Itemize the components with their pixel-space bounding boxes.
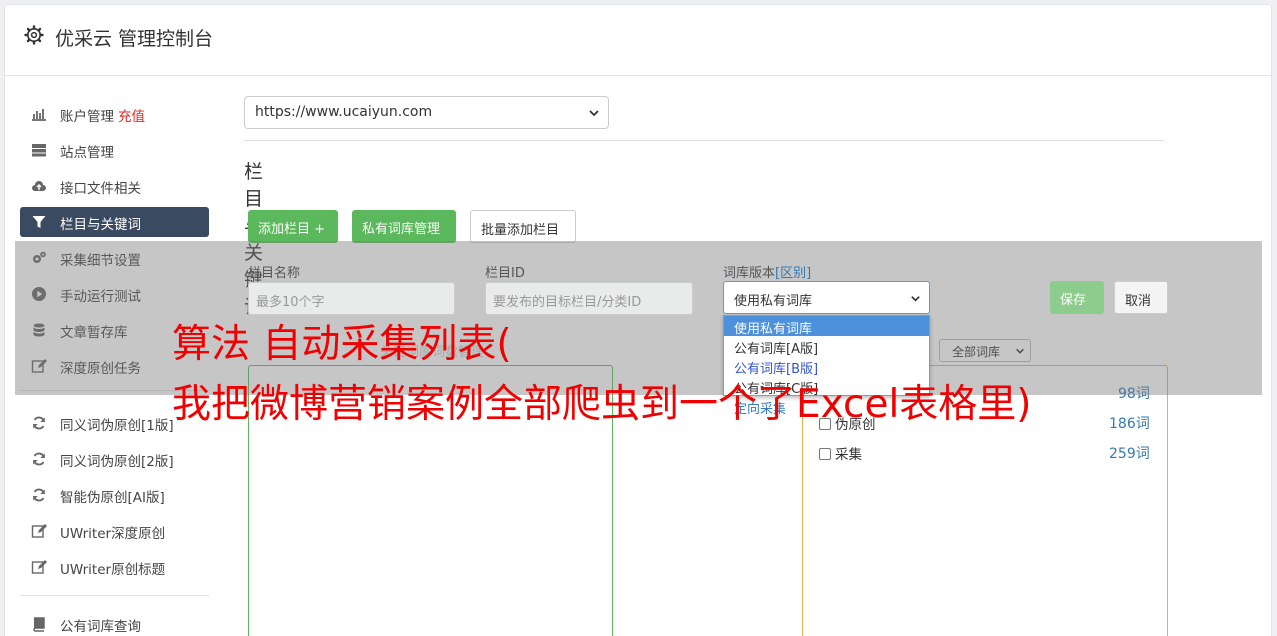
sidebar-item-label: 同义词伪原创[2版] (60, 454, 174, 470)
recharge-link[interactable]: 充值 (118, 109, 145, 125)
divider (244, 140, 1164, 141)
lib-diff-link[interactable]: [区别] (775, 266, 811, 281)
site-select[interactable]: https://www.ucaiyun.com (244, 96, 609, 129)
lib-row-collect[interactable]: 采集 (819, 443, 862, 463)
save-button[interactable]: 保存 (1050, 281, 1104, 314)
sidebar-item-public-lib[interactable]: 公有词库查询 (20, 609, 209, 636)
gear-icon (24, 25, 44, 45)
modal-overlay (15, 241, 1262, 395)
lib-version-text: 词库版本 (723, 266, 776, 281)
sidebar-item-label: 栏目与关键词 (60, 217, 141, 233)
dropdown-option[interactable]: 公有词库[A版] (724, 336, 929, 357)
server-icon (32, 144, 46, 157)
column-id-label: 栏目ID (485, 266, 525, 281)
column-name-input[interactable]: 最多10个字 (248, 282, 455, 315)
header: 优采云 管理控制台 (5, 5, 1271, 76)
lib-version-label: 词库版本[区别] (723, 262, 811, 281)
edit-icon (31, 560, 47, 574)
sidebar-item-label: 站点管理 (60, 145, 114, 161)
watermark-line-1: 算法 自动采集列表( (172, 322, 512, 367)
sidebar-item-interface-files[interactable]: 接口文件相关 (20, 171, 209, 201)
cloud-upload-icon (32, 181, 46, 191)
sidebar-item-sites[interactable]: 站点管理 (20, 135, 209, 165)
cancel-button[interactable]: 取消 (1114, 281, 1168, 314)
sidebar-item-smart-ai[interactable]: 智能伪原创[AI版] (20, 480, 209, 510)
batch-add-button[interactable]: 批量添加栏目 (470, 210, 576, 243)
sidebar-divider (20, 595, 209, 596)
sidebar-item-uwriter-deep[interactable]: UWriter深度原创 (20, 516, 209, 546)
sidebar-item-columns-keywords[interactable]: 栏目与关键词 (20, 207, 209, 237)
site-select-value: https://www.ucaiyun.com (255, 104, 433, 120)
chevron-down-icon (589, 110, 599, 117)
filter-icon (32, 216, 46, 228)
edit-icon (31, 524, 47, 538)
lib-row-label: 采集 (835, 447, 862, 463)
private-lib-button[interactable]: 私有词库管理 (352, 210, 456, 243)
bar-chart-icon (32, 109, 46, 121)
dropdown-option[interactable]: 使用私有词库 (724, 316, 929, 337)
column-name-label: 栏目名称 (248, 266, 301, 281)
chevron-down-icon (911, 296, 920, 302)
refresh-icon (33, 488, 45, 502)
checkbox[interactable] (819, 448, 831, 460)
lib-count: 259词 (1109, 446, 1150, 462)
sidebar-item-label: UWriter深度原创 (60, 526, 166, 542)
sidebar-item-label: 同义词伪原创[1版] (60, 418, 174, 434)
sidebar-item-uwriter-title[interactable]: UWriter原创标题 (20, 552, 209, 582)
dropdown-option[interactable]: 公有词库[B版] (724, 356, 929, 377)
sidebar-item-label: 公有词库查询 (60, 619, 141, 635)
sidebar-item-synonym-v2[interactable]: 同义词伪原创[2版] (20, 444, 209, 474)
add-column-button[interactable]: 添加栏目 + (248, 210, 338, 243)
sidebar-item-label: 账户管理 (60, 109, 114, 125)
watermark-line-2: 我把微博营销案例全部爬虫到一个了Excel表格里) (172, 382, 1032, 427)
sidebar-item-label: 接口文件相关 (60, 181, 141, 197)
book-icon (33, 617, 45, 632)
lib-count: 186词 (1109, 416, 1150, 432)
page-title: 优采云 管理控制台 (55, 28, 214, 50)
refresh-icon (33, 452, 45, 466)
lib-version-value: 使用私有词库 (734, 294, 813, 309)
sidebar-item-label: 智能伪原创[AI版] (60, 490, 165, 506)
sidebar-item-account[interactable]: 账户管理 充值 (20, 99, 209, 129)
column-id-input[interactable]: 要发布的目标栏目/分类ID (485, 282, 693, 315)
refresh-icon (33, 416, 45, 430)
lib-version-select[interactable]: 使用私有词库 (723, 281, 930, 314)
sidebar-item-label: UWriter原创标题 (60, 562, 166, 578)
